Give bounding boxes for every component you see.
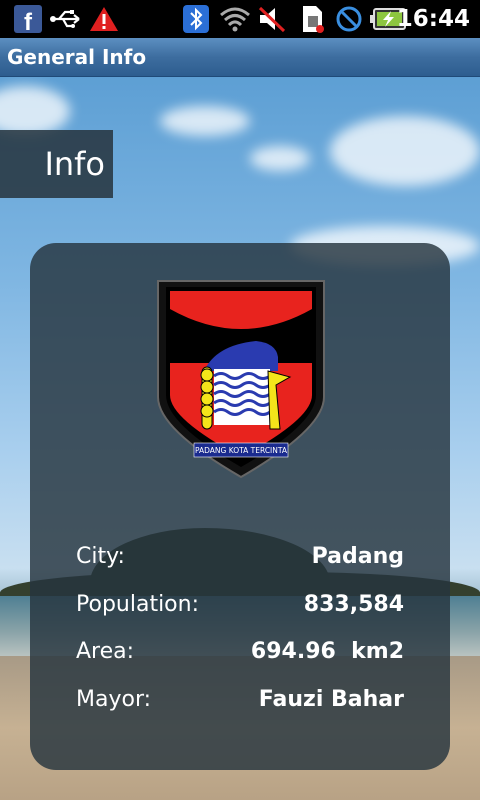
area-label: Area: — [76, 639, 135, 664]
warning-icon — [88, 4, 120, 34]
tab-info[interactable]: Info — [0, 130, 113, 198]
mayor-value: Fauzi Bahar — [258, 687, 404, 712]
title-bar: General Info — [0, 38, 480, 77]
city-emblem-logo: PADANG KOTA TERCINTA — [157, 280, 325, 479]
no-signal-icon — [334, 4, 364, 34]
mayor-label: Mayor: — [76, 687, 152, 712]
usb-icon — [48, 4, 84, 34]
emblem-motto: PADANG KOTA TERCINTA — [195, 446, 288, 455]
row-area: Area: 694.96 km2 — [76, 632, 404, 672]
row-mayor: Mayor: Fauzi Bahar — [76, 680, 404, 720]
tab-info-label: Info — [44, 145, 105, 183]
status-bar: f 16:44 — [0, 0, 480, 38]
city-value: Padang — [311, 544, 404, 569]
svg-text:f: f — [24, 9, 33, 34]
wifi-icon — [218, 4, 252, 34]
population-label: Population: — [76, 592, 199, 617]
row-population: Population: 833,584 — [76, 585, 404, 625]
sim-icon — [298, 4, 326, 34]
area-value: 694.96 km2 — [250, 639, 404, 664]
bluetooth-icon — [180, 4, 212, 34]
row-city: City: Padang — [76, 537, 404, 577]
city-label: City: — [76, 544, 125, 569]
muted-icon — [256, 4, 288, 34]
page-title: General Info — [7, 45, 147, 69]
facebook-icon[interactable]: f — [12, 4, 44, 34]
clock: 16:44 — [396, 6, 470, 32]
population-value: 833,584 — [303, 592, 404, 617]
city-info-card: PADANG KOTA TERCINTA City: Padang Popula… — [30, 243, 450, 770]
